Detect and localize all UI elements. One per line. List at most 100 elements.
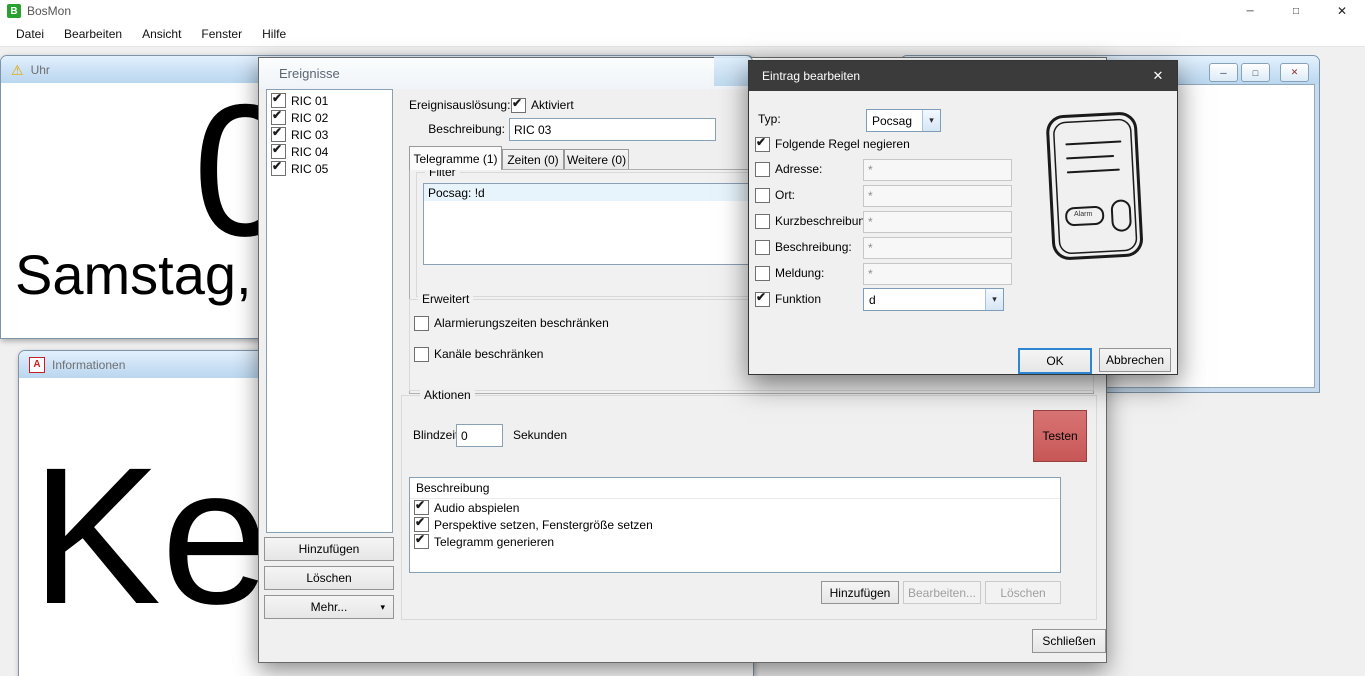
list-item[interactable]: RIC 03 bbox=[267, 126, 392, 143]
list-item[interactable]: RIC 01 bbox=[267, 92, 392, 109]
action-item[interactable]: Audio abspielen bbox=[410, 499, 1060, 516]
more-button-label: Mehr... bbox=[311, 600, 348, 614]
checkbox[interactable] bbox=[414, 534, 429, 549]
actions-list[interactable]: Beschreibung Audio abspielen Perspektive… bbox=[409, 477, 1061, 573]
sekunden-label: Sekunden bbox=[513, 427, 567, 443]
checkbox[interactable] bbox=[271, 144, 286, 159]
ok-button[interactable]: OK bbox=[1018, 348, 1092, 374]
list-item[interactable]: RIC 05 bbox=[267, 160, 392, 177]
action-item-label: Perspektive setzen, Fenstergröße setzen bbox=[434, 518, 653, 532]
ric-listbox[interactable]: RIC 01 RIC 02 RIC 03 RIC 04 RIC 05 bbox=[266, 89, 393, 533]
menu-datei[interactable]: Datei bbox=[6, 22, 54, 46]
funktion-dropdown[interactable]: d ▾ bbox=[863, 288, 1004, 311]
list-item[interactable]: RIC 02 bbox=[267, 109, 392, 126]
edit-action-button: Bearbeiten... bbox=[903, 581, 981, 604]
list-item-label: RIC 05 bbox=[291, 162, 328, 176]
checkbox[interactable] bbox=[271, 161, 286, 176]
app-window-controls: ─ □ ✕ bbox=[1227, 0, 1365, 22]
tab-zeiten[interactable]: Zeiten (0) bbox=[502, 149, 564, 170]
restore-icon: □ bbox=[1253, 68, 1258, 78]
action-item[interactable]: Telegramm generieren bbox=[410, 533, 1060, 550]
eintrag-title: Eintrag bearbeiten bbox=[762, 69, 860, 83]
beschreibung-label: Beschreibung: bbox=[775, 240, 852, 254]
aktiviert-checkbox[interactable] bbox=[511, 98, 526, 113]
checkbox[interactable] bbox=[414, 500, 429, 515]
delete-action-button: Löschen bbox=[985, 581, 1061, 604]
adresse-checkbox[interactable] bbox=[755, 162, 770, 177]
typ-value: Pocsag bbox=[867, 114, 922, 128]
close-icon: ✕ bbox=[1153, 68, 1164, 84]
meldung-checkbox-row[interactable]: Meldung: bbox=[755, 265, 824, 281]
checkbox[interactable] bbox=[271, 110, 286, 125]
kurzbeschreibung-checkbox[interactable] bbox=[755, 214, 770, 229]
beschreibung-checkbox[interactable] bbox=[755, 240, 770, 255]
eintrag-titlebar[interactable]: Eintrag bearbeiten bbox=[749, 61, 1177, 91]
actions-list-header: Beschreibung bbox=[410, 478, 1060, 499]
tab-weitere[interactable]: Weitere (0) bbox=[564, 149, 629, 170]
menu-bearbeiten[interactable]: Bearbeiten bbox=[54, 22, 132, 46]
beschreibung-input: * bbox=[863, 237, 1012, 259]
menu-ansicht[interactable]: Ansicht bbox=[132, 22, 191, 46]
close-button[interactable]: ✕ bbox=[1280, 63, 1309, 82]
restore-button[interactable]: □ bbox=[1241, 63, 1270, 82]
checkbox[interactable] bbox=[414, 517, 429, 532]
delete-ric-button[interactable]: Löschen bbox=[264, 566, 394, 590]
kanaele-checkbox-row[interactable]: Kanäle beschränken bbox=[414, 346, 543, 362]
menu-fenster[interactable]: Fenster bbox=[191, 22, 252, 46]
minimize-icon: ─ bbox=[1220, 68, 1226, 78]
list-item-label: RIC 03 bbox=[291, 128, 328, 142]
bosmon-application: B BosMon ─ □ ✕ Datei Bearbeiten Ansicht … bbox=[0, 0, 1365, 676]
kanaele-checkbox[interactable] bbox=[414, 347, 429, 362]
alarmzeiten-checkbox-row[interactable]: Alarmierungszeiten beschränken bbox=[414, 315, 609, 331]
adresse-checkbox-row[interactable]: Adresse: bbox=[755, 161, 822, 177]
ort-checkbox[interactable] bbox=[755, 188, 770, 203]
background-window-controls: ─ □ ✕ bbox=[1209, 63, 1309, 82]
negate-checkbox[interactable] bbox=[755, 137, 770, 152]
info-icon: A bbox=[29, 357, 45, 373]
more-button[interactable]: Mehr... ▾ bbox=[264, 595, 394, 619]
ort-label: Ort: bbox=[775, 188, 795, 202]
pager-illustration: Alarm bbox=[1021, 107, 1167, 279]
app-titlebar[interactable]: B BosMon ─ □ ✕ bbox=[0, 0, 1365, 22]
kurzbeschreibung-label: Kurzbeschreibung: bbox=[775, 214, 875, 228]
abbrechen-button[interactable]: Abbrechen bbox=[1099, 348, 1171, 372]
ort-checkbox-row[interactable]: Ort: bbox=[755, 187, 795, 203]
beschreibung-checkbox-row[interactable]: Beschreibung: bbox=[755, 239, 852, 255]
tab-telegramme[interactable]: Telegramme (1) bbox=[409, 146, 502, 170]
alarmzeiten-checkbox[interactable] bbox=[414, 316, 429, 331]
add-ric-button[interactable]: Hinzufügen bbox=[264, 537, 394, 561]
funktion-checkbox-row[interactable]: Funktion bbox=[755, 291, 821, 307]
description-input[interactable]: RIC 03 bbox=[509, 118, 716, 141]
dropdown-arrow-icon: ▾ bbox=[380, 602, 385, 613]
checkbox[interactable] bbox=[271, 127, 286, 142]
list-item[interactable]: RIC 04 bbox=[267, 143, 392, 160]
negate-checkbox-row[interactable]: Folgende Regel negieren bbox=[755, 136, 910, 152]
trigger-label: Ereignisauslösung: bbox=[409, 97, 510, 113]
menubar: Datei Bearbeiten Ansicht Fenster Hilfe bbox=[0, 22, 1365, 47]
eintrag-bearbeiten-dialog: Eintrag bearbeiten ✕ Typ: Pocsag ▾ Folge… bbox=[748, 60, 1178, 375]
maximize-button[interactable]: □ bbox=[1273, 0, 1319, 22]
list-item-label: RIC 01 bbox=[291, 94, 328, 108]
close-button[interactable]: ✕ bbox=[1319, 0, 1365, 22]
add-action-button[interactable]: Hinzufügen bbox=[821, 581, 899, 604]
blindzeit-input[interactable]: 0 bbox=[456, 424, 503, 447]
minimize-button[interactable]: ─ bbox=[1227, 0, 1273, 22]
ereignisse-title: Ereignisse bbox=[279, 66, 340, 81]
meldung-checkbox[interactable] bbox=[755, 266, 770, 281]
typ-dropdown[interactable]: Pocsag ▾ bbox=[866, 109, 941, 132]
aktiviert-checkbox-row[interactable]: Aktiviert bbox=[511, 97, 574, 113]
schliessen-button[interactable]: Schließen bbox=[1032, 629, 1106, 653]
action-item[interactable]: Perspektive setzen, Fenstergröße setzen bbox=[410, 516, 1060, 533]
meldung-input: * bbox=[863, 263, 1012, 285]
action-item-label: Audio abspielen bbox=[434, 501, 519, 515]
list-item-label: RIC 02 bbox=[291, 111, 328, 125]
adresse-label: Adresse: bbox=[775, 162, 822, 176]
kurzbeschreibung-checkbox-row[interactable]: Kurzbeschreibung: bbox=[755, 213, 875, 229]
close-button[interactable]: ✕ bbox=[1139, 61, 1177, 91]
funktion-checkbox[interactable] bbox=[755, 292, 770, 307]
minimize-button[interactable]: ─ bbox=[1209, 63, 1238, 82]
checkbox[interactable] bbox=[271, 93, 286, 108]
testen-button[interactable]: Testen bbox=[1033, 410, 1087, 462]
menu-hilfe[interactable]: Hilfe bbox=[252, 22, 296, 46]
funktion-value: d bbox=[864, 293, 985, 307]
